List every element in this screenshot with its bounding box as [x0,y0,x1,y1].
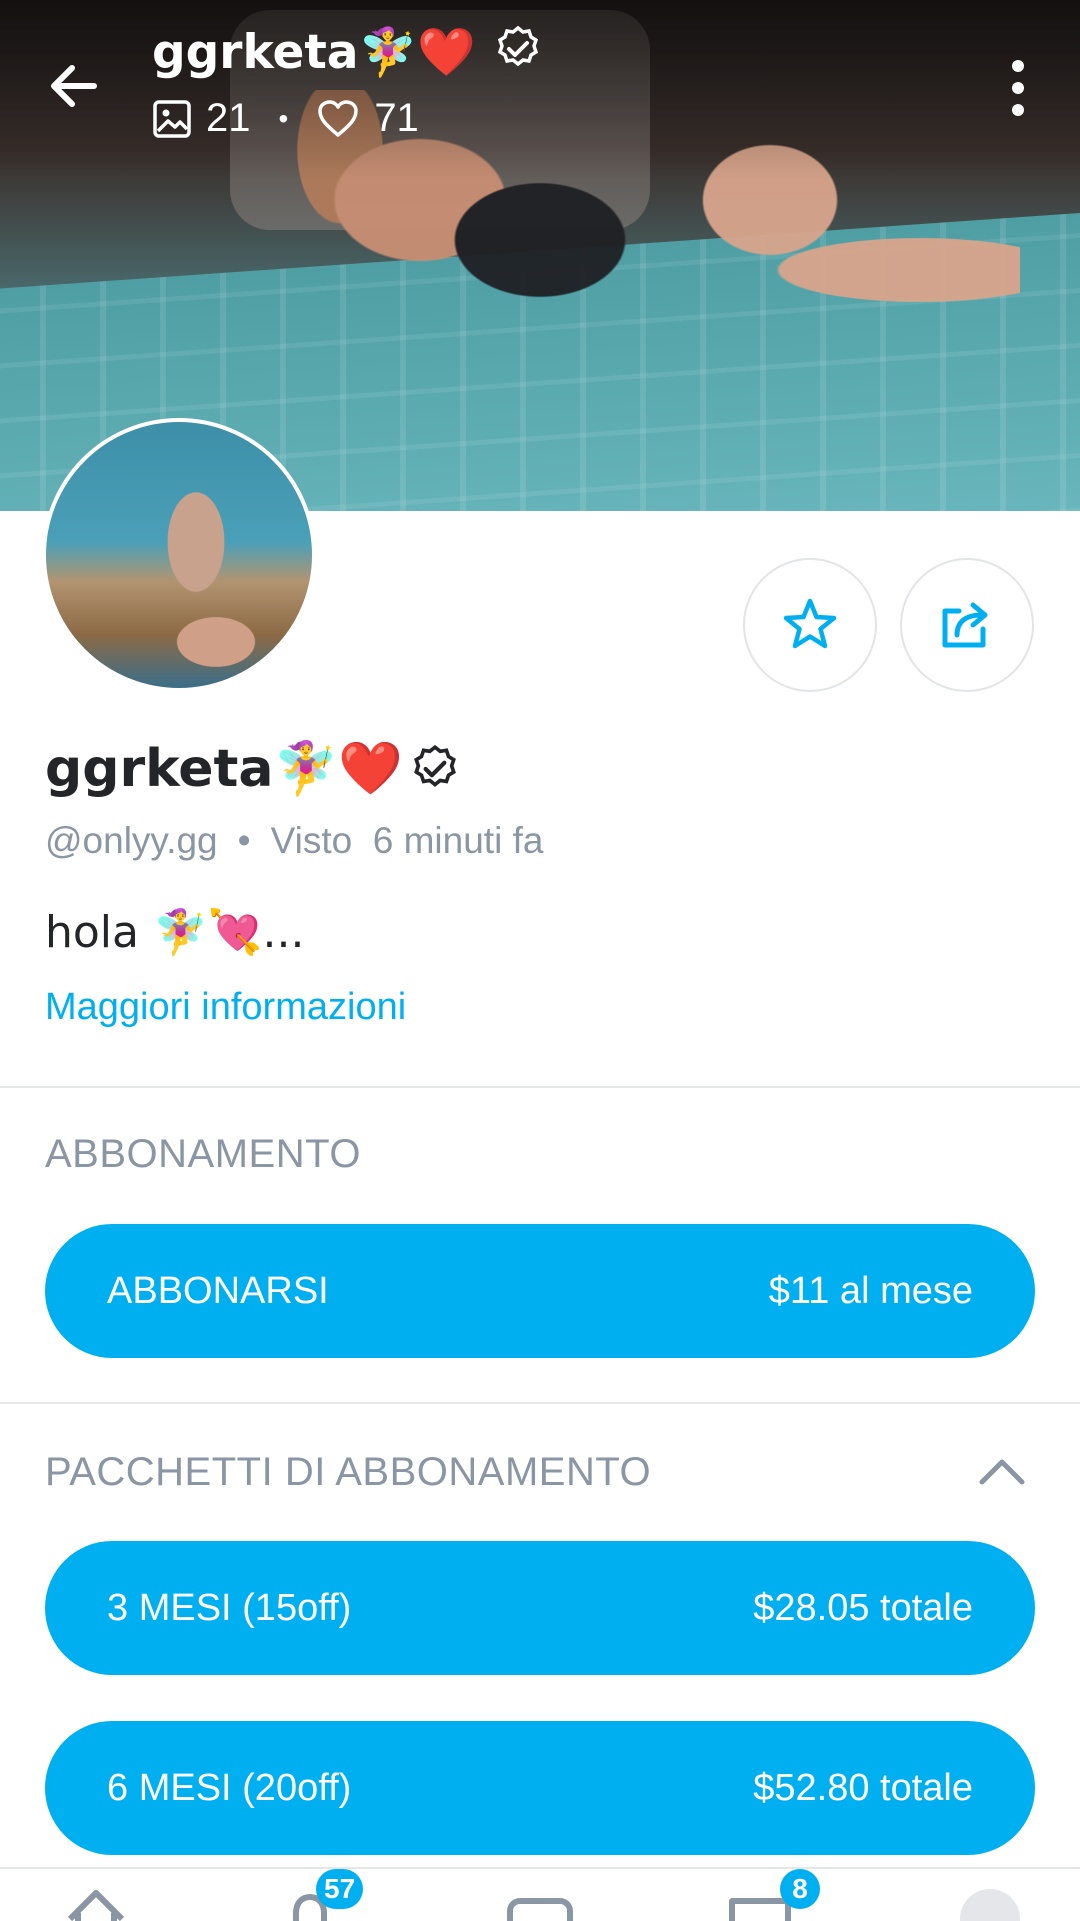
avatar[interactable] [42,418,316,692]
image-icon [153,99,191,138]
header-title: ggrketa🧚‍♀️❤️ [152,24,543,80]
more-info-link[interactable]: Maggiori informazioni [45,986,406,1029]
likes-count: 71 [374,96,419,140]
photos-count: 21 [206,96,251,140]
divider [0,1086,1080,1088]
bundle-price: $28.05 totale [753,1586,973,1629]
bundle-label: 6 MESI (20off) [107,1766,352,1809]
header-stats: 21 • 71 [152,96,419,141]
share-icon [942,602,988,648]
profile-name: ggrketa🧚‍♀️❤️ [45,738,461,799]
heart-icon [318,99,359,137]
bottom-navigation: 57 8 [0,1867,1080,1921]
back-arrow-icon[interactable] [42,52,110,120]
add-post-icon[interactable] [500,1879,580,1921]
star-icon [783,598,837,649]
bundle-3-months-button[interactable]: 3 MESI (15off) $28.05 totale [45,1541,1035,1675]
last-seen-value: 6 minuti fa [372,820,544,861]
divider [0,1402,1080,1404]
subscription-section-title: ABBONAMENTO [45,1132,361,1176]
profile-avatar-icon[interactable] [950,1879,1030,1921]
verified-icon [497,25,538,67]
last-seen-label: Visto [270,820,353,861]
messages-badge: 8 [780,1869,820,1909]
share-button[interactable] [900,558,1034,692]
username-handle: @onlyy.gg [45,820,218,861]
notifications-badge: 57 [316,1869,364,1909]
handle-row: @onlyy.gg • Visto 6 minuti fa [45,820,543,862]
top-bar: ggrketa🧚‍♀️❤️ 21 • 71 [0,0,1080,140]
add-to-favorites-button[interactable] [743,558,877,692]
more-vertical-icon[interactable] [1000,56,1036,120]
verified-icon [414,744,456,787]
bundles-section-title: PACCHETTI DI ABBONAMENTO [45,1450,652,1494]
bundle-6-months-button[interactable]: 6 MESI (20off) $52.80 totale [45,1721,1035,1855]
subscribe-button-price: $11 al mese [768,1269,973,1312]
bundle-price: $52.80 totale [753,1766,973,1809]
subscribe-button[interactable]: ABBONARSI $11 al mese [45,1224,1035,1358]
home-icon[interactable] [56,1879,136,1921]
separator-dot: • [237,820,251,861]
bundle-label: 3 MESI (15off) [107,1586,352,1629]
chevron-up-icon[interactable] [976,1446,1028,1498]
subscribe-button-label: ABBONARSI [107,1269,329,1312]
profile-bio: hola 🧚‍♀️💘... [45,907,305,958]
